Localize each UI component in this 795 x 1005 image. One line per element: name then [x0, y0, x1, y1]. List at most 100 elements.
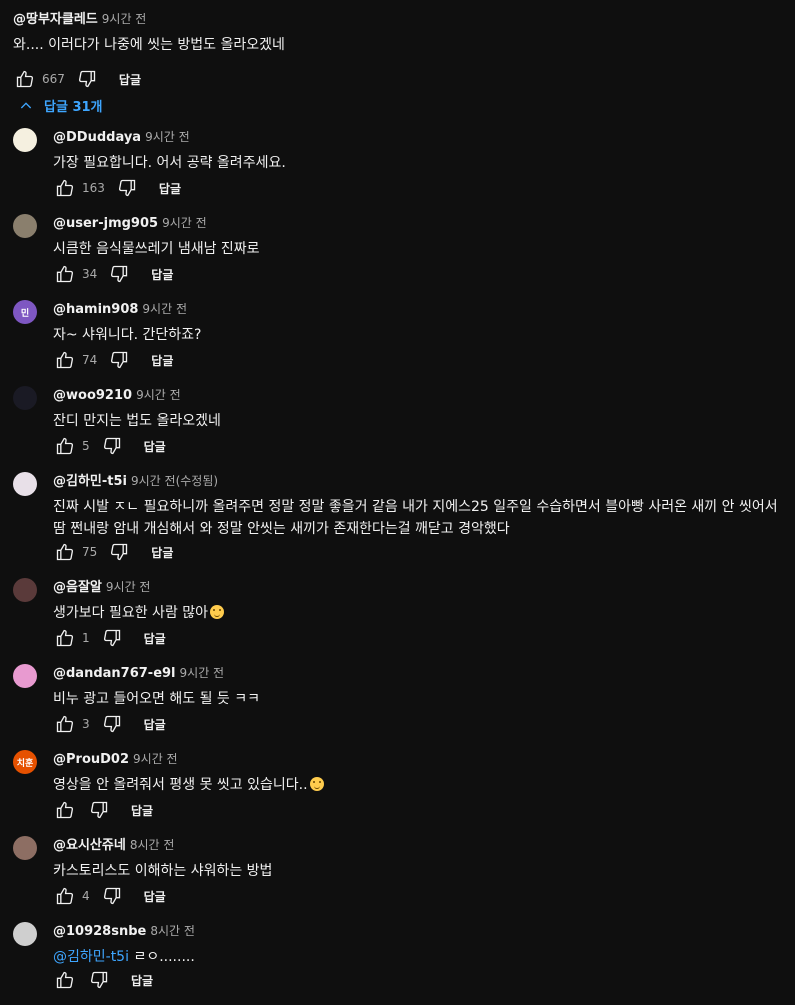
- like-icon[interactable]: [53, 712, 77, 736]
- dislike-icon[interactable]: [107, 540, 131, 564]
- avatar[interactable]: [13, 214, 37, 238]
- comment-body: 가장 필요합니다. 어서 공략 올려주세요.: [53, 155, 286, 171]
- like-icon[interactable]: [53, 968, 77, 992]
- comment-body: ㄹㅇ........: [133, 949, 195, 965]
- comment-body: 잔디 만지는 법도 올라오겠네: [53, 413, 221, 429]
- comment-text: 진짜 시발 ㅈㄴ 필요하니까 올려주면 정말 정말 좋을거 같음 내가 지에스2…: [53, 496, 788, 540]
- replies-toggle-label: 답글 31개: [44, 100, 103, 115]
- comment-author[interactable]: @요시산쥬네: [53, 838, 126, 853]
- comment-time[interactable]: 9시간 전: [102, 12, 147, 26]
- comment-time[interactable]: 9시간 전: [162, 216, 207, 230]
- like-count: 5: [82, 439, 90, 453]
- like-icon[interactable]: [53, 626, 77, 650]
- like-icon[interactable]: [13, 67, 37, 91]
- comment-text: 자~ 샤워니다. 간단하죠?: [53, 324, 788, 346]
- comment-text: 잔디 만지는 법도 올라오겠네: [53, 410, 788, 432]
- like-icon[interactable]: [53, 884, 77, 908]
- avatar[interactable]: [13, 578, 37, 602]
- comment-text: 가장 필요합니다. 어서 공략 올려주세요.: [53, 152, 788, 174]
- reply-comment: @DDuddaya 9시간 전가장 필요합니다. 어서 공략 올려주세요. 163 답…: [13, 126, 788, 206]
- reply-button[interactable]: 답글: [151, 352, 173, 369]
- mention-link[interactable]: @김하민-t5i: [53, 949, 133, 965]
- dislike-icon[interactable]: [100, 626, 124, 650]
- like-count: 74: [82, 353, 98, 367]
- reply-button[interactable]: 답글: [119, 71, 141, 88]
- avatar[interactable]: [13, 922, 37, 946]
- reply-button[interactable]: 답글: [144, 438, 166, 455]
- reply-button[interactable]: 답글: [131, 972, 153, 989]
- reply-comment: @요시산쥬네 8시간 전카스토리스도 이해하는 샤워하는 방법 4 답글: [13, 834, 788, 914]
- comment-author[interactable]: @10928snbe: [53, 924, 146, 939]
- like-icon[interactable]: [53, 434, 77, 458]
- like-count: 75: [82, 545, 98, 559]
- comment-time[interactable]: 9시간 전: [133, 752, 178, 766]
- like-icon[interactable]: [53, 176, 77, 200]
- comment-body: 영상을 안 올려줘서 평생 못 씻고 있습니다..: [53, 777, 308, 793]
- like-icon[interactable]: [53, 540, 77, 564]
- top-comment: @땅부자클레드 9시간 전 와.... 이러다가 나중에 씻는 방법도 올라오겠네…: [13, 8, 783, 93]
- avatar[interactable]: [13, 836, 37, 860]
- comment-author[interactable]: @김하민-t5i: [53, 474, 127, 489]
- like-count: 1: [82, 631, 90, 645]
- comment-author[interactable]: @hamin908: [53, 302, 138, 317]
- reply-button[interactable]: 답글: [159, 180, 181, 197]
- comment-text: 영상을 안 올려줘서 평생 못 씻고 있습니다..: [53, 774, 788, 796]
- reply-button[interactable]: 답글: [144, 888, 166, 905]
- comment-author[interactable]: @음잘알: [53, 580, 102, 595]
- comment-text: 카스토리스도 이해하는 샤워하는 방법: [53, 860, 788, 882]
- dislike-icon[interactable]: [75, 67, 99, 91]
- like-count: 34: [82, 267, 98, 281]
- reply-comment: @10928snbe 8시간 전 @김하민-t5i ㄹㅇ........ 답글: [13, 920, 788, 1000]
- comment-time[interactable]: 9시간 전: [106, 580, 151, 594]
- dislike-icon[interactable]: [87, 798, 111, 822]
- comment-author[interactable]: @user-jmg905: [53, 216, 158, 231]
- like-icon[interactable]: [53, 348, 77, 372]
- reply-comment: @woo9210 9시간 전잔디 만지는 법도 올라오겠네 5 답글: [13, 384, 788, 464]
- comment-time[interactable]: 9시간 전: [136, 388, 181, 402]
- like-icon[interactable]: [53, 798, 77, 822]
- comment-text: 시큼한 음식물쓰레기 냄새남 진짜로: [53, 238, 788, 260]
- comment-body: 진짜 시발 ㅈㄴ 필요하니까 올려주면 정말 정말 좋을거 같음 내가 지에스2…: [53, 499, 778, 537]
- reply-button[interactable]: 답글: [144, 630, 166, 647]
- avatar[interactable]: [13, 664, 37, 688]
- dislike-icon[interactable]: [115, 176, 139, 200]
- dislike-icon[interactable]: [107, 348, 131, 372]
- avatar[interactable]: 치훈: [13, 750, 37, 774]
- like-count: 4: [82, 889, 90, 903]
- replies-toggle[interactable]: 답글 31개: [18, 96, 103, 115]
- comment-author[interactable]: @ProuD02: [53, 752, 129, 767]
- dislike-icon[interactable]: [100, 712, 124, 736]
- comment-time[interactable]: 8시간 전: [150, 924, 195, 938]
- comment-body: 생가보다 필요한 사람 많아: [53, 605, 209, 621]
- avatar[interactable]: 민: [13, 300, 37, 324]
- reply-comment: @dandan767-e9l 9시간 전 비누 광고 들어오면 해도 될 듯 ㅋㅋ 3…: [13, 662, 788, 742]
- avatar[interactable]: [13, 472, 37, 496]
- comment-body: 비누 광고 들어오면 해도 될 듯 ㅋㅋ: [53, 691, 261, 707]
- like-count: 667: [42, 72, 65, 86]
- like-count: 163: [82, 181, 105, 195]
- dislike-icon[interactable]: [107, 262, 131, 286]
- like-icon[interactable]: [53, 262, 77, 286]
- comment-author[interactable]: @woo9210: [53, 388, 132, 403]
- comment-time[interactable]: 9시간 전: [145, 130, 190, 144]
- reply-button[interactable]: 답글: [144, 716, 166, 733]
- avatar[interactable]: [13, 128, 37, 152]
- comment-time[interactable]: 8시간 전: [130, 838, 175, 852]
- reply-comment: 치훈 @ProuD02 9시간 전영상을 안 올려줘서 평생 못 씻고 있습니다..…: [13, 748, 788, 828]
- reply-comment: @user-jmg905 9시간 전시큼한 음식물쓰레기 냄새남 진짜로 34 답글: [13, 212, 788, 292]
- comment-author[interactable]: @땅부자클레드: [13, 12, 98, 27]
- comment-time[interactable]: 9시간 전(수정됨): [131, 474, 218, 488]
- dislike-icon[interactable]: [87, 968, 111, 992]
- reply-button[interactable]: 답글: [151, 544, 173, 561]
- comment-time[interactable]: 9시간 전: [142, 302, 187, 316]
- comment-author[interactable]: @DDuddaya: [53, 130, 141, 145]
- dislike-icon[interactable]: [100, 434, 124, 458]
- dislike-icon[interactable]: [100, 884, 124, 908]
- comment-author[interactable]: @dandan767-e9l: [53, 666, 176, 681]
- reply-button[interactable]: 답글: [131, 802, 153, 819]
- reply-comment: 민 @hamin908 9시간 전자~ 샤워니다. 간단하죠? 74 답글: [13, 298, 788, 378]
- comment-time[interactable]: 9시간 전: [180, 666, 225, 680]
- reply-button[interactable]: 답글: [151, 266, 173, 283]
- avatar[interactable]: [13, 386, 37, 410]
- reply-comment: @음잘알 9시간 전생가보다 필요한 사람 많아 1 답글: [13, 576, 788, 656]
